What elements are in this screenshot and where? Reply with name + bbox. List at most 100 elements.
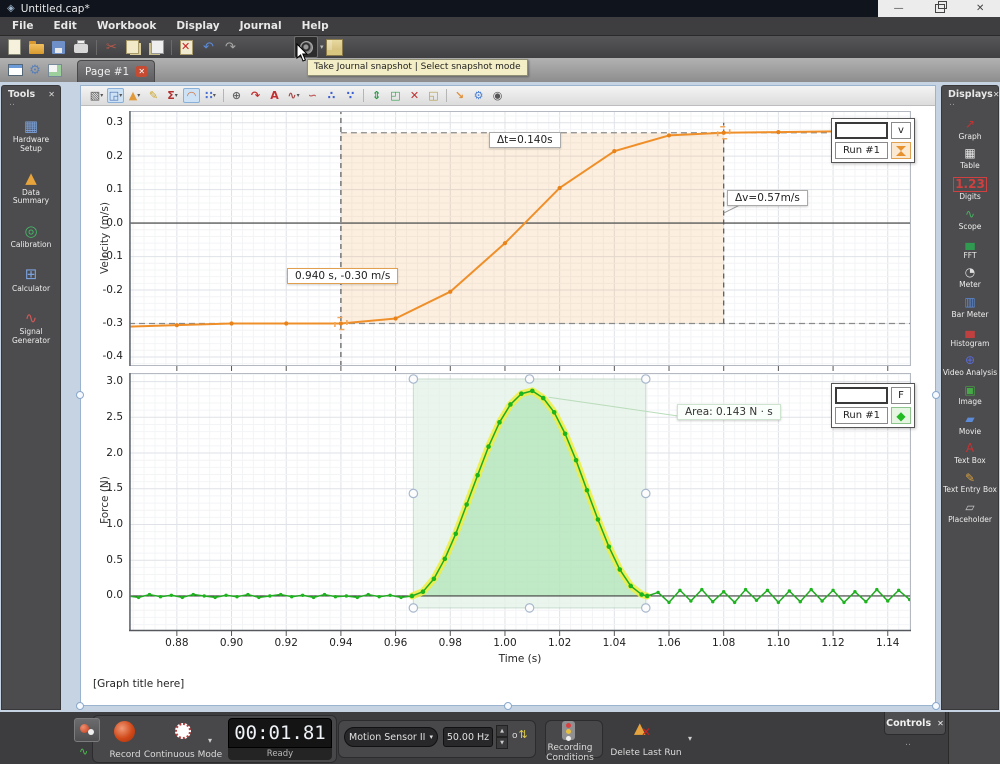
tools-panel-grip[interactable]: ‥ [2,100,60,106]
copy-button[interactable] [123,38,144,57]
delta-t-annotation[interactable]: Δt=0.140s [489,132,561,148]
statistics-icon[interactable]: Σ▾ [164,88,181,103]
displays-panel-close-icon[interactable]: ✕ [993,90,1000,99]
displays-panel-grip[interactable]: ‥ [942,100,998,106]
delete-run-dropdown-caret[interactable]: ▾ [688,734,692,743]
recording-conditions-button[interactable]: Recording Conditions [540,743,600,763]
sensor-select[interactable]: Motion Sensor II ▾ [344,727,438,747]
area-tool-icon[interactable]: ◠ [183,88,200,103]
run-label[interactable]: Run #1 [835,407,888,424]
record-button[interactable] [114,721,135,742]
run-marker-cell[interactable]: ◆ [891,407,911,424]
selection-tool-icon[interactable]: ▧▾ [88,88,105,103]
pin-icon[interactable]: ↘ [451,88,468,103]
display-bar-meter[interactable]: ▥Bar Meter [942,296,998,319]
delta-v-annotation[interactable]: Δv=0.57m/s [727,190,808,206]
data-highlighter-icon[interactable]: ◲▾ [107,88,124,103]
resize-handle-right[interactable] [932,391,940,399]
display-image[interactable]: ▣Image [942,384,998,407]
tab-page-1[interactable]: Page #1 ✕ [77,60,155,82]
display-video-analysis[interactable]: ⊕Video Analysis [942,354,998,377]
run-label[interactable]: Run #1 [835,142,888,159]
run-marker-cell[interactable] [891,142,911,159]
display-fft[interactable]: ▄FFT [942,237,998,260]
open-file-button[interactable] [26,38,47,57]
tool-hardware-setup[interactable]: ▦Hardware Setup [2,118,60,153]
force-plot[interactable] [129,373,911,637]
rate-adjust-icon[interactable]: o⇅ [512,728,528,741]
display-text-box[interactable]: AText Box [942,442,998,465]
interpolate-icon[interactable]: ∴ [323,88,340,103]
display-text-entry-box[interactable]: ✎Text Entry Box [942,472,998,495]
resize-handle-bottom-left[interactable] [76,702,84,710]
coordinate-annotation[interactable]: 0.940 s, -0.30 m/s [287,268,398,284]
velocity-plot[interactable] [129,111,911,372]
layers-icon[interactable]: ◱ [425,88,442,103]
graph-title-placeholder[interactable]: [Graph title here] [93,678,184,690]
velocity-legend[interactable]: v Run #1 [831,118,915,163]
coordinates-tool-icon[interactable]: ⊕ [228,88,245,103]
mode-dropdown-caret[interactable]: ▾ [208,736,212,745]
smooth-curve-icon[interactable]: ∽ [304,88,321,103]
save-button[interactable] [48,38,69,57]
visibility-eye-icon[interactable]: ◉ [489,88,506,103]
multi-plot-icon[interactable]: ∿▾ [285,88,302,103]
display-scope[interactable]: ∿Scope [942,208,998,231]
tool-calibration[interactable]: ◎Calibration [2,223,60,250]
cut-button[interactable]: ✂ [101,38,122,57]
menu-display[interactable]: Display [166,18,229,34]
velocity-axis-title[interactable]: Velocity (m/s) [99,168,111,308]
display-placeholder[interactable]: ▱Placeholder [942,501,998,524]
menu-help[interactable]: Help [292,18,339,34]
display-movie[interactable]: ▰Movie [942,413,998,436]
force-axis-title[interactable]: Force (N) [99,430,111,570]
remove-data-icon[interactable]: ✕ [406,88,423,103]
minimize-button[interactable]: — [894,3,904,14]
tab-close-icon[interactable]: ✕ [136,66,147,77]
snapshot-mode-button[interactable] [74,718,100,742]
delta-tool-icon[interactable]: ▲▾ [126,88,143,103]
undo-button[interactable]: ↶ [198,38,219,57]
properties-gear-icon[interactable]: ⚙ [470,88,487,103]
menu-edit[interactable]: Edit [44,18,87,34]
rate-down-icon[interactable]: ▼ [496,737,508,749]
zoom-select-icon[interactable]: ◰ [387,88,404,103]
menu-workbook[interactable]: Workbook [87,18,167,34]
legend-value-box[interactable] [835,122,888,139]
rate-up-icon[interactable]: ▲ [496,725,508,737]
redo-button[interactable]: ↷ [220,38,241,57]
delete-button[interactable] [176,38,197,57]
resize-handle-bottom-center[interactable] [504,702,512,710]
continuous-mode-label[interactable]: Continuous Mode [142,750,224,760]
extrapolate-icon[interactable]: ∵ [342,88,359,103]
display-digits[interactable]: 1.23Digits [942,177,998,202]
graph-display[interactable]: ▧▾◲▾▲▾✎Σ▾◠∷▾⊕↷A∿▾∽∴∵⇕◰✕◱↘⚙◉ 0.30.20.10.0… [80,85,936,706]
journal-panel-button[interactable] [324,38,345,57]
delete-last-run-button[interactable]: Delete Last Run [606,748,686,758]
resize-handle-left[interactable] [76,391,84,399]
menu-journal[interactable]: Journal [230,18,292,34]
tool-calculator[interactable]: ⊞Calculator [2,266,60,293]
new-file-button[interactable] [4,38,25,57]
controls-panel-grip[interactable]: ‥ [905,738,912,748]
sample-rate-stepper[interactable]: ▲ ▼ [496,725,508,749]
rescale-axes-icon[interactable]: ⇕ [368,88,385,103]
curve-fit-icon[interactable]: ∷▾ [202,88,219,103]
legend-value-box[interactable] [835,387,888,404]
paste-button[interactable] [145,38,166,57]
annotation-icon[interactable]: A [266,88,283,103]
sample-rate-field[interactable]: 50.00 Hz [443,727,493,747]
menu-file[interactable]: File [2,18,44,34]
add-page-button[interactable] [45,60,65,80]
display-table[interactable]: ▦Table [942,147,998,170]
close-button[interactable]: ✕ [976,3,984,14]
display-histogram[interactable]: ▄Histogram [942,325,998,348]
controls-panel-close-icon[interactable]: ✕ [937,719,944,728]
scale-pencil-icon[interactable]: ✎ [145,88,162,103]
slope-tool-icon[interactable]: ↷ [247,88,264,103]
x-axis-title[interactable]: Time (s) [129,653,911,665]
time-x-axis[interactable]: 0.880.900.920.940.960.981.001.021.041.06… [129,637,911,650]
tools-panel-close-icon[interactable]: ✕ [48,90,55,99]
display-graph[interactable]: ↗Graph [942,118,998,141]
display-meter[interactable]: ◔Meter [942,266,998,289]
